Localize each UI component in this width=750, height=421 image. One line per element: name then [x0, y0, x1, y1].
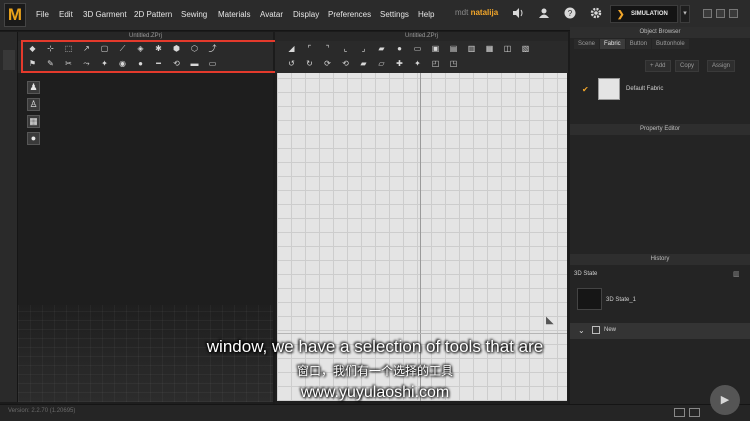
version-label: Version: 2.2.70 (1.20695): [8, 408, 76, 414]
object-browser-tabs: Scene Fabric Button Buttonhole: [574, 39, 690, 49]
history-section-label: 3D State: [574, 271, 598, 277]
help-icon[interactable]: ?: [563, 7, 577, 21]
2d-row1-tool-11-icon[interactable]: ▥: [463, 42, 480, 55]
avatar-body-icon[interactable]: ♙: [27, 98, 40, 111]
menu-3d-garment[interactable]: 3D Garment: [83, 10, 127, 19]
speaker-icon[interactable]: [511, 7, 525, 21]
2d-row1-tool-4-icon[interactable]: ⌞: [337, 42, 354, 55]
app-logo: M: [4, 3, 26, 27]
2d-row2-tool-8-icon[interactable]: ✦: [409, 57, 426, 70]
2d-row2-tool-9-icon[interactable]: ◰: [427, 57, 444, 70]
menu-sewing[interactable]: Sewing: [181, 10, 207, 19]
2d-row1-tool-2-icon[interactable]: ⌜: [301, 42, 318, 55]
assign-fabric-button[interactable]: Assign: [707, 60, 736, 72]
user-account[interactable]: mdt natalija: [455, 8, 498, 17]
2d-row1-tool-6-icon[interactable]: ▰: [373, 42, 390, 55]
2d-row1-tool-7-icon[interactable]: ●: [391, 42, 408, 55]
menu-avatar[interactable]: Avatar: [260, 10, 283, 19]
fabric-name: Default Fabric: [626, 86, 664, 92]
simulation-label: SIMULATION: [631, 11, 668, 17]
simulation-dropdown[interactable]: ▾: [680, 5, 690, 23]
2d-toolbar-row-1: ◢ ⌜ ⌝ ⌞ ⌟ ▰ ● ▭ ▣ ▤ ▥ ▦ ◫ ▧: [283, 42, 535, 55]
history-state-thumbnail[interactable]: [577, 288, 602, 310]
tab-fabric[interactable]: Fabric: [600, 39, 625, 49]
object-browser-header: Object Browser: [570, 27, 750, 38]
svg-text:?: ?: [568, 9, 573, 18]
new-state-icon: [592, 326, 600, 334]
menu-edit[interactable]: Edit: [59, 10, 73, 19]
menu-preferences[interactable]: Preferences: [328, 10, 371, 19]
2d-row1-tool-9-icon[interactable]: ▣: [427, 42, 444, 55]
2d-toolbar-row-2: ↺ ↻ ⟳ ⟲ ▰ ▱ ✚ ✦ ◰ ◳: [283, 57, 463, 70]
2d-row1-tool-13-icon[interactable]: ◫: [499, 42, 516, 55]
simulation-mode-button[interactable]: ❯ SIMULATION: [610, 5, 678, 23]
new-state-label: New: [604, 327, 617, 333]
add-fabric-button[interactable]: + Add: [645, 60, 671, 72]
settings-gear-icon[interactable]: [589, 7, 603, 21]
2d-row1-tool-12-icon[interactable]: ▦: [481, 42, 498, 55]
close-window-icon[interactable]: [729, 9, 738, 18]
2d-row1-tool-1-icon[interactable]: ◢: [283, 42, 300, 55]
menu-display[interactable]: Display: [293, 10, 319, 19]
dock-tab[interactable]: [3, 50, 15, 70]
property-editor-header: Property Editor: [570, 124, 750, 135]
avatar-toolbar: ♟ ♙ ▦ ●: [27, 81, 42, 149]
menu-help[interactable]: Help: [418, 10, 434, 19]
2d-row2-tool-4-icon[interactable]: ⟲: [337, 57, 354, 70]
2d-row2-tool-10-icon[interactable]: ◳: [445, 57, 462, 70]
fabric-check-icon: ✔: [582, 84, 589, 94]
2d-row2-tool-6-icon[interactable]: ▱: [373, 57, 390, 70]
copy-fabric-button[interactable]: Copy: [675, 60, 700, 72]
history-header: History: [570, 254, 750, 265]
2d-row1-tool-5-icon[interactable]: ⌟: [355, 42, 372, 55]
subtitle-chinese: 窗口，我们有一个选择的工具: [296, 364, 453, 378]
subtitle-english: window, we have a selection of tools tha…: [206, 337, 544, 356]
user-prefix: mdt: [455, 8, 469, 17]
user-icon[interactable]: [537, 7, 551, 21]
2d-window-title: Untitled.ZPrj: [275, 32, 568, 41]
user-name: natalija: [470, 8, 499, 17]
expand-chevron-icon[interactable]: ⌄: [578, 326, 585, 335]
layout-split-icon[interactable]: [689, 408, 700, 417]
2d-row1-tool-3-icon[interactable]: ⌝: [319, 42, 336, 55]
2d-row2-tool-1-icon[interactable]: ↺: [283, 57, 300, 70]
trash-icon[interactable]: ▥: [733, 270, 740, 278]
2d-row2-tool-5-icon[interactable]: ▰: [355, 57, 372, 70]
2d-row1-tool-8-icon[interactable]: ▭: [409, 42, 426, 55]
2d-row1-tool-10-icon[interactable]: ▤: [445, 42, 462, 55]
canvas-horizontal-axis: [277, 333, 567, 334]
fabric-swatch: [598, 78, 620, 100]
subtitle-website: www.yuyulaoshi.com: [300, 384, 450, 401]
history-state-label: 3D State_1: [606, 297, 637, 303]
restore-icon[interactable]: [716, 9, 725, 18]
tab-button[interactable]: Button: [625, 39, 652, 49]
tab-scene[interactable]: Scene: [574, 39, 600, 49]
2d-row2-tool-2-icon[interactable]: ↻: [301, 57, 318, 70]
layout-single-icon[interactable]: [674, 408, 685, 417]
2d-row2-tool-7-icon[interactable]: ✚: [391, 57, 408, 70]
fabric-list-item[interactable]: ✔ Default Fabric: [582, 78, 663, 100]
tool-highlight-box: [21, 40, 282, 73]
avatar-head-icon[interactable]: ●: [27, 132, 40, 145]
menu-2d-pattern[interactable]: 2D Pattern: [134, 10, 172, 19]
simulation-chevron-icon: ❯: [617, 9, 625, 19]
menu-settings[interactable]: Settings: [380, 10, 409, 19]
avatar-grid-icon[interactable]: ▦: [27, 115, 40, 128]
menu-materials[interactable]: Materials: [218, 10, 250, 19]
cursor-arrow-icon: ◣: [546, 315, 554, 326]
minimize-icon[interactable]: [703, 9, 712, 18]
2d-row2-tool-3-icon[interactable]: ⟳: [319, 57, 336, 70]
tab-buttonhole[interactable]: Buttonhole: [652, 39, 689, 49]
menu-file[interactable]: File: [36, 10, 49, 19]
2d-row1-tool-14-icon[interactable]: ▧: [517, 42, 534, 55]
status-bar: Version: 2.2.70 (1.20695): [0, 404, 750, 421]
avatar-shirt-icon[interactable]: ♟: [27, 81, 40, 94]
